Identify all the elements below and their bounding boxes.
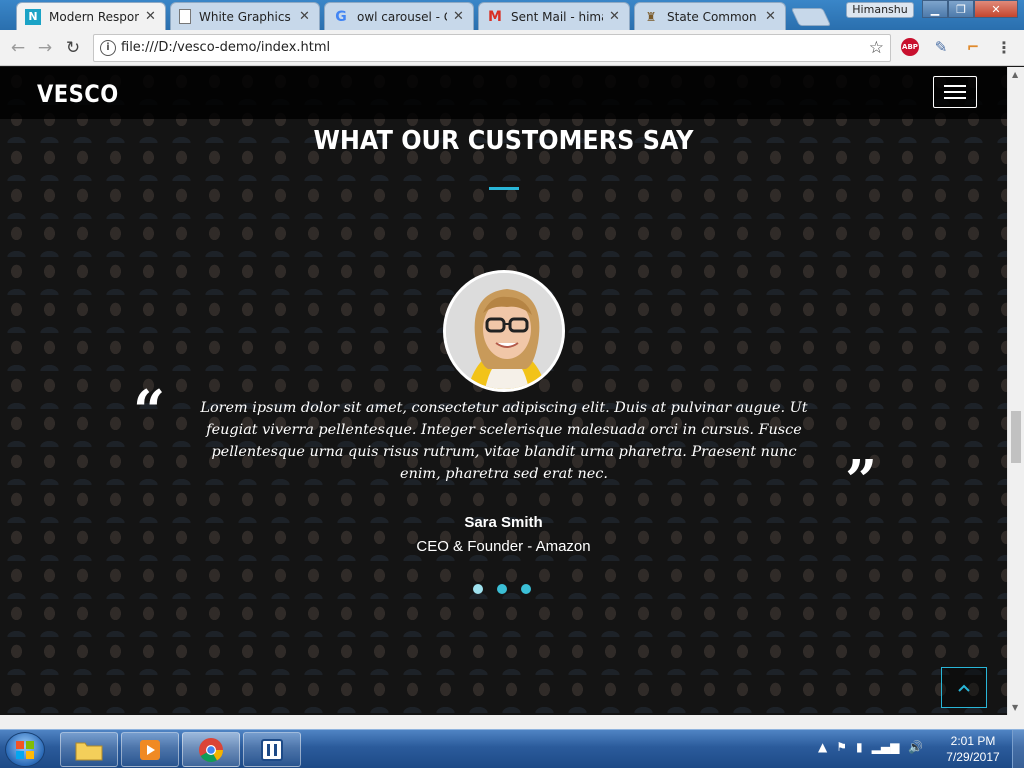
bookmark-star-icon[interactable]: ☆ — [869, 38, 884, 58]
carousel-dot[interactable] — [521, 584, 531, 594]
open-quote-icon: “ — [133, 378, 166, 444]
windows-logo-icon — [16, 740, 34, 759]
eyedropper-icon[interactable]: ✎ — [932, 38, 950, 56]
app-window-icon — [261, 738, 283, 761]
tab-white-graphics[interactable]: White Graphics ✕ — [170, 2, 320, 30]
scrollbar-thumb[interactable] — [1011, 411, 1021, 463]
network-signal-icon[interactable]: ▂▄▆ — [872, 740, 900, 754]
carousel-dots — [473, 584, 531, 594]
power-icon[interactable]: ▮ — [856, 740, 863, 754]
system-tray: ▲ ⚑ ▮ ▂▄▆ 🔊 — [818, 740, 923, 754]
show-desktop-button[interactable] — [1012, 730, 1024, 768]
reload-icon[interactable]: ↻ — [63, 38, 83, 58]
windows-taskbar: ▲ ⚑ ▮ ▂▄▆ 🔊 2:01 PM 7/29/2017 — [0, 729, 1024, 768]
customer-avatar — [443, 270, 565, 392]
tab-owl-carousel[interactable]: G owl carousel - Go ✕ — [324, 2, 474, 30]
profile-button[interactable]: Himanshu — [846, 2, 914, 18]
action-center-icon[interactable]: ⚑ — [836, 740, 847, 754]
gmail-icon: M — [488, 8, 502, 25]
start-button[interactable] — [5, 732, 45, 767]
site-navbar: VESCO — [0, 67, 1007, 119]
window-close-button[interactable]: ✕ — [974, 0, 1018, 18]
tab-title: White Graphics — [199, 9, 291, 24]
customer-role: CEO & Founder - Amazon — [416, 538, 591, 555]
customer-name: Sara Smith — [464, 514, 543, 531]
url-text[interactable]: file:///D:/vesco-demo/index.html — [121, 40, 330, 55]
tab-title: Sent Mail - himan — [511, 9, 603, 24]
minimize-button[interactable]: ▁ — [922, 0, 948, 18]
explorer-taskbar-button[interactable] — [60, 732, 118, 767]
title-underline — [489, 187, 519, 190]
menu-icon[interactable]: ⋮ — [995, 38, 1013, 57]
browser-tab-strip: N Modern Responsi ✕ White Graphics ✕ G o… — [0, 0, 1024, 30]
forward-arrow-icon[interactable]: → — [35, 38, 55, 58]
new-tab-button[interactable] — [790, 8, 832, 26]
screen: N Modern Responsi ✕ White Graphics ✕ G o… — [0, 0, 1024, 768]
section-title: WHAT OUR CUSTOMERS SAY — [313, 126, 694, 156]
scroll-to-top-button[interactable] — [941, 667, 987, 708]
customer-portrait-icon — [446, 273, 562, 389]
close-icon[interactable]: ✕ — [299, 9, 311, 24]
clock-time: 2:01 PM — [950, 734, 996, 748]
vesco-icon: N — [25, 8, 41, 25]
window-controls: ▁ ❐ ✕ — [922, 0, 1018, 18]
tab-modern-responsive[interactable]: N Modern Responsi ✕ — [16, 2, 166, 30]
address-bar[interactable]: i file:///D:/vesco-demo/index.html ☆ — [93, 34, 891, 62]
tab-title: State Common En — [667, 9, 759, 24]
media-player-taskbar-button[interactable] — [121, 732, 179, 767]
browser-toolbar: ← → ↻ i file:///D:/vesco-demo/index.html… — [0, 30, 1024, 66]
close-icon[interactable]: ✕ — [453, 9, 465, 24]
tab-state-common[interactable]: ♜ State Common En ✕ — [634, 2, 786, 30]
tab-title: Modern Responsi — [49, 9, 139, 24]
google-icon: G — [335, 8, 347, 25]
carousel-dot[interactable] — [473, 584, 483, 594]
extension-icon[interactable]: ⌐ — [964, 38, 982, 56]
close-icon[interactable]: ✕ — [765, 9, 777, 24]
close-icon[interactable]: ✕ — [145, 9, 157, 24]
maximize-button[interactable]: ❐ — [948, 0, 974, 18]
emblem-icon: ♜ — [645, 9, 657, 24]
carousel-dot[interactable] — [497, 584, 507, 594]
folder-icon — [75, 742, 103, 760]
info-icon[interactable]: i — [100, 40, 116, 56]
chrome-taskbar-button[interactable] — [182, 732, 240, 767]
hamburger-menu-button[interactable] — [933, 76, 977, 108]
testimonial-text: Lorem ipsum dolor sit amet, consectetur … — [200, 400, 808, 482]
tab-sent-mail[interactable]: M Sent Mail - himan ✕ — [478, 2, 630, 30]
document-icon — [179, 9, 191, 24]
app-taskbar-button[interactable] — [243, 732, 301, 767]
show-hidden-icons-icon[interactable]: ▲ — [818, 740, 827, 754]
site-logo[interactable]: VESCO — [37, 80, 119, 108]
tab-title: owl carousel - Go — [357, 9, 447, 24]
clock-date: 7/29/2017 — [946, 750, 1000, 764]
clock[interactable]: 2:01 PM 7/29/2017 — [937, 733, 1009, 765]
media-player-icon — [140, 739, 160, 760]
close-icon[interactable]: ✕ — [609, 9, 621, 24]
chrome-icon — [199, 737, 223, 762]
back-arrow-icon[interactable]: ← — [8, 38, 28, 58]
page-scrollbar[interactable]: ▲ ▼ — [1007, 67, 1024, 715]
volume-icon[interactable]: 🔊 — [908, 740, 923, 754]
adblock-icon[interactable]: ABP — [901, 38, 919, 56]
close-quote-icon: ” — [845, 448, 878, 514]
scroll-up-arrow-icon[interactable]: ▲ — [1012, 70, 1018, 79]
page-viewport: VESCO WHAT OUR CUSTOMERS SAY “ Lorem ips… — [0, 67, 1007, 715]
chevron-up-icon — [958, 684, 970, 692]
scroll-down-arrow-icon[interactable]: ▼ — [1012, 703, 1018, 712]
horizontal-scroll-area — [0, 715, 1024, 729]
